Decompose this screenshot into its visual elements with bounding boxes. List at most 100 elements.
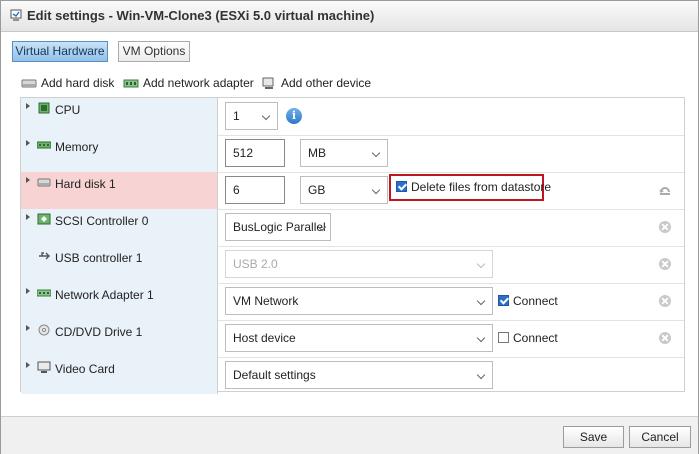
- video-value-cell: Default settings: [218, 357, 684, 394]
- cd-dvd-connect-label[interactable]: Connect: [513, 331, 558, 345]
- cancel-button[interactable]: Cancel: [629, 426, 691, 448]
- delete-files-checkbox[interactable]: [396, 181, 407, 192]
- remove-icon[interactable]: [659, 221, 671, 233]
- info-icon[interactable]: i: [286, 108, 302, 124]
- cpu-expand-caret[interactable]: [26, 103, 30, 109]
- remove-icon[interactable]: [659, 258, 671, 270]
- chevron-down-icon: [476, 259, 486, 269]
- chevron-down-icon: [371, 148, 381, 158]
- network-connect-checkbox[interactable]: [498, 295, 509, 306]
- usb-type-select: USB 2.0: [225, 250, 493, 278]
- network-value: VM Network: [233, 294, 299, 308]
- cpu-count-value: 1: [233, 109, 240, 123]
- chevron-down-icon: [476, 370, 486, 380]
- cpu-value-cell: 1 i: [218, 98, 684, 135]
- memory-label-cell: Memory: [21, 135, 218, 172]
- network-adapter-icon: [123, 79, 139, 88]
- hard-disk-row: Hard disk 1 6 GB Delete files from datas…: [21, 172, 684, 210]
- other-device-icon: [262, 77, 274, 89]
- usb-type-value: USB 2.0: [233, 257, 278, 271]
- chevron-down-icon: [371, 185, 381, 195]
- cd-dvd-icon: [38, 324, 50, 336]
- hard-disk-label: Hard disk 1: [55, 177, 116, 191]
- memory-value-cell: 512 MB: [218, 135, 684, 172]
- hard-disk-unit-value: GB: [308, 183, 326, 197]
- scsi-label: SCSI Controller 0: [55, 214, 149, 228]
- cd-dvd-value: Host device: [233, 331, 296, 345]
- undo-icon[interactable]: [658, 184, 672, 196]
- dialog-footer: Save Cancel: [1, 416, 698, 454]
- chevron-down-icon: [476, 333, 486, 343]
- network-select[interactable]: VM Network: [225, 287, 493, 315]
- hardware-grid: CPU 1 i Memory 512 MB Hard disk 1 6 GB D…: [20, 97, 685, 394]
- cd-dvd-row: CD/DVD Drive 1 Host device Connect: [21, 320, 684, 358]
- network-value-cell: VM Network Connect: [218, 283, 684, 320]
- remove-icon[interactable]: [659, 332, 671, 344]
- usb-icon: [39, 252, 50, 260]
- cd-dvd-value-cell: Host device Connect: [218, 320, 684, 357]
- network-adapter-icon: [37, 289, 51, 297]
- scsi-type-value: BusLogic Parallel: [233, 220, 326, 234]
- delete-files-label[interactable]: Delete files from datastore: [411, 180, 551, 194]
- hard-disk-icon: [37, 178, 51, 187]
- cd-dvd-connect-checkbox[interactable]: [498, 332, 509, 343]
- remove-icon[interactable]: [659, 295, 671, 307]
- memory-label: Memory: [55, 140, 99, 154]
- edit-settings-dialog: Edit settings - Win-VM-Clone3 (ESXi 5.0 …: [0, 0, 699, 454]
- cpu-icon: [38, 102, 50, 114]
- video-value: Default settings: [233, 368, 316, 382]
- usb-controller-row: USB controller 1 USB 2.0: [21, 246, 684, 284]
- settings-icon: [10, 9, 22, 21]
- cd-dvd-label: CD/DVD Drive 1: [55, 325, 143, 339]
- add-network-adapter-button[interactable]: Add network adapter: [123, 75, 254, 91]
- memory-row: Memory 512 MB: [21, 135, 684, 173]
- network-expand-caret[interactable]: [26, 288, 30, 294]
- hard-disk-unit-select[interactable]: GB: [300, 176, 388, 204]
- add-other-device-label: Add other device: [281, 76, 372, 90]
- memory-icon: [37, 141, 51, 149]
- video-card-row: Video Card Default settings: [21, 357, 684, 394]
- add-hard-disk-button[interactable]: Add hard disk: [21, 75, 117, 91]
- memory-size-input[interactable]: 512: [225, 139, 285, 167]
- chevron-down-icon: [476, 296, 486, 306]
- tab-virtual-hardware[interactable]: Virtual Hardware: [12, 41, 108, 62]
- memory-unit-select[interactable]: MB: [300, 139, 388, 167]
- save-button[interactable]: Save: [563, 426, 624, 448]
- video-label: Video Card: [55, 362, 115, 376]
- video-card-icon: [37, 361, 51, 373]
- add-network-adapter-label: Add network adapter: [143, 76, 254, 90]
- add-hard-disk-label: Add hard disk: [41, 76, 115, 90]
- cpu-label-cell: CPU: [21, 98, 218, 135]
- usb-value-cell: USB 2.0: [218, 246, 684, 283]
- cpu-count-select[interactable]: 1: [225, 102, 278, 130]
- memory-expand-caret[interactable]: [26, 140, 30, 146]
- tab-vm-options[interactable]: VM Options: [118, 41, 190, 62]
- video-expand-caret[interactable]: [26, 362, 30, 368]
- cpu-label: CPU: [55, 103, 81, 117]
- hard-disk-size-input[interactable]: 6: [225, 176, 285, 204]
- network-label: Network Adapter 1: [55, 288, 154, 302]
- video-label-cell: Video Card: [21, 357, 218, 394]
- video-select[interactable]: Default settings: [225, 361, 493, 389]
- scsi-value-cell: BusLogic Parallel: [218, 209, 684, 246]
- hard-disk-label-cell: Hard disk 1: [21, 172, 218, 209]
- scsi-expand-caret[interactable]: [26, 214, 30, 220]
- hard-disk-value-cell: 6 GB Delete files from datastore: [218, 172, 684, 209]
- network-label-cell: Network Adapter 1: [21, 283, 218, 320]
- memory-unit-value: MB: [308, 146, 326, 160]
- add-other-device-button[interactable]: Add other device: [261, 75, 371, 91]
- dialog-title: Edit settings - Win-VM-Clone3 (ESXi 5.0 …: [27, 8, 375, 23]
- network-adapter-row: Network Adapter 1 VM Network Connect: [21, 283, 684, 321]
- usb-label-cell: USB controller 1: [21, 246, 218, 283]
- hard-disk-icon: [21, 79, 37, 88]
- hard-disk-expand-caret[interactable]: [26, 177, 30, 183]
- scsi-type-select[interactable]: BusLogic Parallel: [225, 213, 331, 241]
- scsi-label-cell: SCSI Controller 0: [21, 209, 218, 246]
- cd-dvd-select[interactable]: Host device: [225, 324, 493, 352]
- chevron-down-icon: [261, 111, 271, 121]
- network-connect-label[interactable]: Connect: [513, 294, 558, 308]
- scsi-controller-row: SCSI Controller 0 BusLogic Parallel: [21, 209, 684, 247]
- title-bar: Edit settings - Win-VM-Clone3 (ESXi 5.0 …: [1, 1, 698, 32]
- scsi-controller-icon: [37, 213, 51, 225]
- cd-dvd-expand-caret[interactable]: [26, 325, 30, 331]
